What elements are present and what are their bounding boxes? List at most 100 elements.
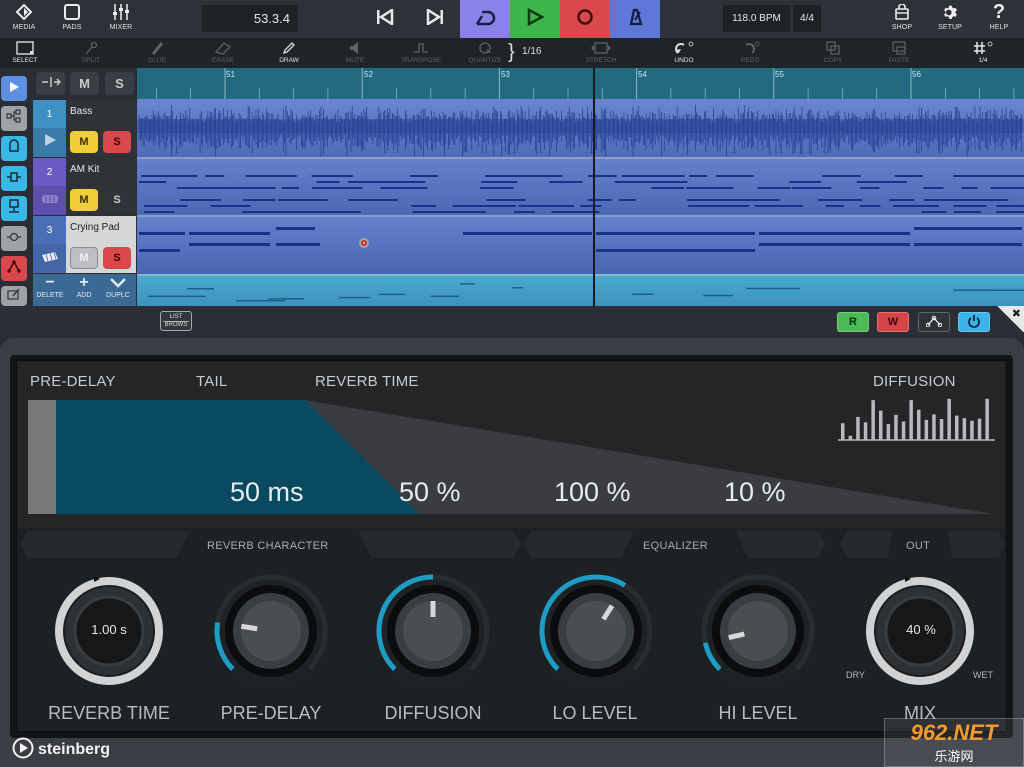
quantize-value[interactable]: 1/16: [522, 46, 541, 57]
add-track-button[interactable]: + ADD: [67, 274, 101, 306]
select-tool[interactable]: SELECT: [0, 40, 50, 68]
split-tool[interactable]: SPLIT: [66, 40, 116, 68]
automation-curve-button[interactable]: [918, 312, 950, 332]
track-solo-button[interactable]: S: [103, 131, 131, 153]
track-visibility-button[interactable]: [36, 72, 65, 95]
tempo-display[interactable]: 118.0 BPM: [723, 5, 790, 32]
play-button[interactable]: [510, 0, 560, 38]
mixer-button[interactable]: MIXER: [97, 2, 145, 36]
lane4-note: [746, 287, 801, 290]
track-instrument-button[interactable]: [33, 244, 66, 273]
track-solo-button[interactable]: S: [103, 189, 131, 211]
position-display[interactable]: 53.3.4: [202, 5, 298, 32]
drum-note: [144, 211, 175, 213]
routing-button[interactable]: [1, 106, 27, 131]
metronome-button[interactable]: [610, 0, 660, 38]
drum-note: [347, 187, 363, 189]
skip-back-button[interactable]: [360, 0, 410, 38]
setup-button[interactable]: SETUP: [926, 2, 974, 36]
track-number: 1: [33, 100, 66, 128]
track-mute-button[interactable]: M: [70, 189, 98, 211]
track-crying-pad[interactable]: 3 Crying Pad M S: [33, 216, 136, 273]
drum-note: [651, 187, 685, 189]
reverb-envelope-display[interactable]: PRE-DELAY TAIL REVERB TIME DIFFUSION 50 …: [18, 362, 1005, 528]
pads-button[interactable]: PADS: [48, 2, 96, 36]
glue-tool[interactable]: GLUE: [132, 40, 182, 68]
list-browse-button[interactable]: LIST BROWS: [160, 311, 192, 331]
play-icon: [526, 7, 545, 31]
transpose-tool[interactable]: TRANSPOSE: [396, 40, 446, 68]
hi-level-knob[interactable]: [701, 574, 815, 687]
bass-waveform: [137, 104, 1024, 159]
fourth-track-lane[interactable]: [137, 274, 1024, 306]
duplicate-track-button[interactable]: DUPLC: [101, 274, 135, 306]
track-mute-button[interactable]: M: [70, 247, 98, 269]
insert-button[interactable]: [1, 166, 27, 191]
shop-button[interactable]: SHOP: [878, 2, 926, 36]
drum-note: [409, 187, 428, 189]
undo-icon: [674, 40, 694, 56]
drum-note: [579, 211, 600, 213]
redo-button[interactable]: REDO: [725, 40, 775, 68]
channel-button[interactable]: [1, 226, 27, 251]
track-play-button[interactable]: [33, 128, 66, 157]
read-automation-button[interactable]: R: [837, 312, 869, 332]
erase-tool[interactable]: ERASE: [198, 40, 248, 68]
reverb-time-heading: REVERB TIME: [315, 373, 419, 390]
plugin-power-button[interactable]: [958, 312, 990, 332]
media-button[interactable]: MEDIA: [0, 2, 48, 36]
pre-delay-value: 50 ms: [230, 477, 304, 507]
pad-note: [759, 243, 910, 246]
diffusion-bar: [985, 398, 989, 440]
playhead[interactable]: [593, 68, 595, 306]
envelope-graph: [28, 398, 995, 514]
track-instrument-button[interactable]: [33, 186, 66, 215]
cycle-button[interactable]: [460, 0, 510, 38]
copy-button[interactable]: COPY: [808, 40, 858, 68]
arrange-view[interactable]: 51 52 53 54 55 56: [137, 68, 1024, 306]
drum-note: [996, 205, 1024, 207]
drum-note: [242, 199, 276, 201]
stretch-tool[interactable]: STRETCH: [576, 40, 626, 68]
delete-track-button[interactable]: − DELETE: [33, 274, 67, 306]
close-plugin-button[interactable]: ✖: [996, 306, 1024, 332]
mute-tool[interactable]: MUTE: [330, 40, 380, 68]
track-bass[interactable]: 1 Bass M S: [33, 100, 136, 157]
global-solo-button[interactable]: S: [105, 72, 134, 95]
send-button[interactable]: [1, 196, 27, 221]
diffusion-bar: [871, 400, 875, 440]
grid-button[interactable]: 1/4: [958, 40, 1008, 68]
diffusion-bar: [886, 424, 891, 440]
track-name: Bass: [70, 106, 93, 117]
instrument-button[interactable]: [1, 136, 27, 161]
am-kit-midi-lane[interactable]: [137, 157, 1024, 215]
edit-button[interactable]: [1, 286, 27, 306]
automation-button[interactable]: [1, 256, 27, 281]
lane4-note: [512, 287, 523, 289]
time-signature-display[interactable]: 4/4: [793, 5, 821, 32]
hi-level-knob-label: HI LEVEL: [718, 703, 798, 723]
crying-pad-midi-lane[interactable]: [137, 215, 1024, 274]
paste-icon: [892, 40, 906, 56]
skip-forward-button[interactable]: [410, 0, 460, 38]
shop-bag-icon: [895, 2, 909, 22]
timeline-ruler[interactable]: 51 52 53 54 55 56: [137, 68, 1024, 99]
paste-button[interactable]: PASTE: [874, 40, 924, 68]
drum-note: [960, 199, 1009, 201]
undo-button[interactable]: UNDO: [659, 40, 709, 68]
write-automation-button[interactable]: W: [877, 312, 909, 332]
quantize-tool[interactable]: QUANTIZE: [460, 40, 510, 68]
track-solo-button[interactable]: S: [103, 247, 131, 269]
global-mute-button[interactable]: M: [70, 72, 99, 95]
pre-delay-knob[interactable]: [214, 574, 328, 687]
bass-audio-lane[interactable]: [137, 99, 1024, 159]
drum-note: [180, 199, 221, 201]
help-button[interactable]: ? HELP: [975, 1, 1023, 36]
diffusion-knob[interactable]: [376, 574, 490, 687]
draw-tool[interactable]: DRAW: [264, 40, 314, 68]
lo-level-knob[interactable]: [539, 574, 653, 687]
arrange-view-button[interactable]: [1, 76, 27, 101]
track-mute-button[interactable]: M: [70, 131, 98, 153]
track-am-kit[interactable]: 2 AM Kit M S: [33, 158, 136, 215]
record-button[interactable]: [560, 0, 610, 38]
